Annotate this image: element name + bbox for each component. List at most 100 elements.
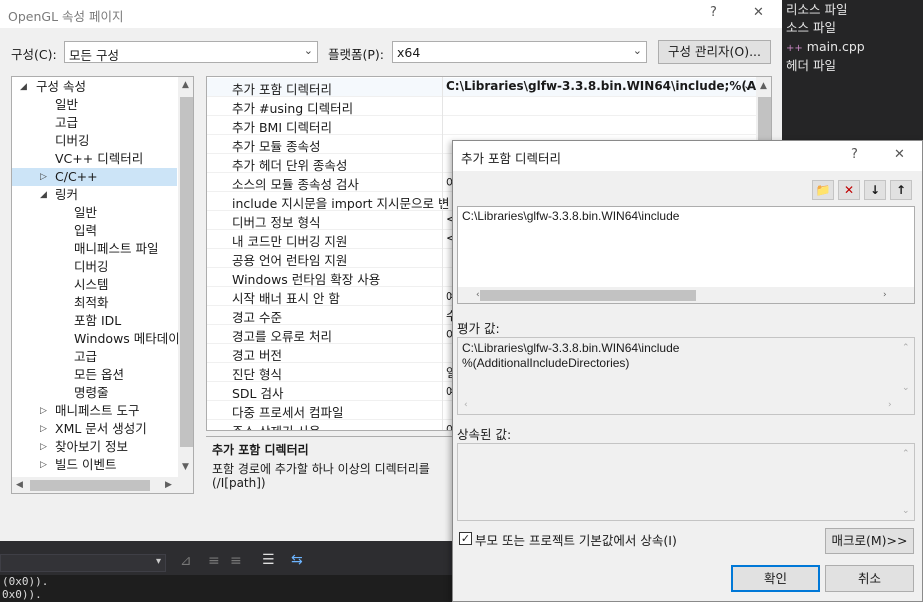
property-row[interactable]: 추가 포함 디렉터리 C:\Libraries\glfw-3.3.8.bin.WI… [207,78,771,97]
tree-vertical-scrollbar[interactable]: ▲ ▼ [178,77,193,477]
tree-item[interactable]: 일반 [12,204,177,222]
property-row[interactable]: 추가 #using 디렉터리 [207,97,771,116]
list-horizontal-scrollbar[interactable]: ‹ › [458,287,914,303]
expand-icon[interactable]: ▷ [40,438,50,456]
solution-item-main-cpp[interactable]: ++ main.cpp [786,37,865,56]
output-toolbar: ▾ ⊿ ≡ ≡ ☰ ⇆ [0,541,452,575]
output-source-dropdown[interactable]: ▾ [0,554,166,572]
close-button[interactable]: ✕ [753,5,764,20]
tree-item[interactable]: ◢ 링커 [12,186,177,204]
tree-item-label: 매니페스트 도구 [55,403,140,418]
expand-icon[interactable]: ▷ [40,402,50,420]
tree-item[interactable]: 최적화 [12,294,177,312]
find-message-icon[interactable]: ⊿ [180,553,192,569]
move-up-icon[interactable]: ↑ [890,180,912,200]
evaluated-line: C:\Libraries\glfw-3.3.8.bin.WIN64\includ… [462,341,680,355]
tree-item-label: 입력 [74,223,98,238]
tree-item[interactable]: ▷ XML 문서 생성기 [12,420,177,438]
platform-value: x64 [397,45,421,60]
new-line-folder-icon[interactable]: 📁 [812,180,834,200]
chevron-down-icon[interactable]: ⌄ [743,79,752,92]
scroll-thumb[interactable] [480,290,696,301]
scroll-left-icon[interactable]: ◀ [16,480,23,490]
solution-item-sources[interactable]: 소스 파일 [786,18,836,37]
solution-item-resources[interactable]: 리소스 파일 [786,0,847,19]
collapse-icon[interactable]: ◢ [20,78,30,96]
scroll-up-icon[interactable]: ▲ [182,80,189,90]
platform-label: 플랫폼(P): [328,47,385,62]
scroll-thumb[interactable] [30,480,150,491]
tree-item[interactable]: 고급 [12,114,177,132]
tree-item[interactable]: 매니페스트 파일 [12,240,177,258]
inherited-label: 상속된 값: [457,427,512,442]
property-name: 추가 포함 디렉터리 [232,82,332,97]
config-combobox[interactable]: 모든 구성 ⌄ [64,41,318,63]
platform-combobox[interactable]: x64 ⌄ [392,41,647,63]
tree-item-label: 고급 [55,115,79,130]
dialog-titlebar: 추가 포함 디렉터리 ? ✕ [453,141,922,171]
tree-item[interactable]: 명령줄 [12,384,177,402]
tree-item[interactable]: 시스템 [12,276,177,294]
property-name: 추가 헤더 단위 종속성 [232,158,348,173]
delete-icon[interactable]: ✕ [838,180,860,200]
directory-list[interactable]: C:\Libraries\glfw-3.3.8.bin.WIN64\includ… [457,206,915,304]
tree-item[interactable]: 일반 [12,96,177,114]
ok-button[interactable]: 확인 [731,565,820,592]
scroll-down-icon[interactable]: ▼ [182,462,189,472]
scroll-right-icon[interactable]: ▶ [165,480,172,490]
inherit-checkbox[interactable]: ✓ [459,532,472,545]
help-button[interactable]: ? [710,5,717,20]
tree-item[interactable]: 입력 [12,222,177,240]
expand-icon[interactable]: ▷ [40,456,50,474]
inherit-checkbox-label[interactable]: 부모 또는 프로젝트 기본값에서 상속(I) [475,530,677,549]
clear-all-icon[interactable]: ☰ [262,552,275,568]
tree-item[interactable]: ◢ 구성 속성 [12,78,177,96]
help-button[interactable]: ? [851,147,858,162]
collapse-icon[interactable]: ◢ [40,186,50,204]
macros-button[interactable]: 매크로(M)>> [825,528,914,554]
grid-column-divider[interactable] [442,77,443,430]
scroll-left-icon[interactable]: ‹ [464,400,468,410]
tree-item[interactable]: ▷ C/C++ [12,168,177,186]
directory-entry[interactable]: C:\Libraries\glfw-3.3.8.bin.WIN64\includ… [462,209,679,223]
cancel-button[interactable]: 취소 [825,565,914,592]
scroll-right-icon[interactable]: › [888,400,892,410]
tree-item[interactable]: 모든 옵션 [12,366,177,384]
prev-message-icon[interactable]: ≡ [208,553,220,569]
tree-item[interactable]: ▷ 빌드 이벤트 [12,456,177,474]
scroll-down-icon[interactable]: ⌄ [902,506,910,516]
scroll-up-icon[interactable]: ⌃ [902,343,910,353]
tree-item[interactable]: ▷ 찾아보기 정보 [12,438,177,456]
expand-icon[interactable]: ▷ [40,168,50,186]
word-wrap-icon[interactable]: ⇆ [291,552,303,568]
tree-item-label: 고급 [74,349,98,364]
tree-item-label: 명령줄 [74,385,109,400]
tree-item-label: 구성 속성 [36,79,86,94]
tree-item[interactable]: ▷ 매니페스트 도구 [12,402,177,420]
expand-icon[interactable]: ▷ [40,420,50,438]
config-manager-button[interactable]: 구성 관리자(O)... [658,40,771,64]
scroll-down-icon[interactable]: ⌄ [902,383,910,393]
scroll-thumb[interactable] [180,97,193,447]
solution-item-headers[interactable]: 헤더 파일 [786,56,836,75]
scroll-up-icon[interactable]: ▲ [760,81,767,91]
move-down-icon[interactable]: ↓ [864,180,886,200]
tree-item[interactable]: 고급 [12,348,177,366]
tree-item[interactable]: 포함 IDL [12,312,177,330]
output-line: 0x0)). [2,588,42,601]
tree-item[interactable]: Windows 메타데이 [12,330,180,348]
evaluated-value-box: C:\Libraries\glfw-3.3.8.bin.WIN64\includ… [457,337,915,415]
tree-item[interactable]: 디버깅 [12,132,177,150]
next-message-icon[interactable]: ≡ [230,553,242,569]
tree-item[interactable]: VC++ 디렉터리 [12,150,177,168]
scroll-right-icon[interactable]: › [883,290,887,300]
tree-horizontal-scrollbar[interactable]: ◀ ▶ [12,477,193,493]
scroll-up-icon[interactable]: ⌃ [902,449,910,459]
tree-item-label: 링커 [55,187,79,202]
output-line: (0x0)). [2,575,49,588]
chevron-down-icon: ▾ [155,556,161,567]
property-value[interactable]: C:\Libraries\glfw-3.3.8.bin.WIN64\includ… [446,79,771,93]
property-row[interactable]: 추가 BMI 디렉터리 [207,116,771,135]
tree-item[interactable]: 디버깅 [12,258,177,276]
close-button[interactable]: ✕ [894,147,905,162]
